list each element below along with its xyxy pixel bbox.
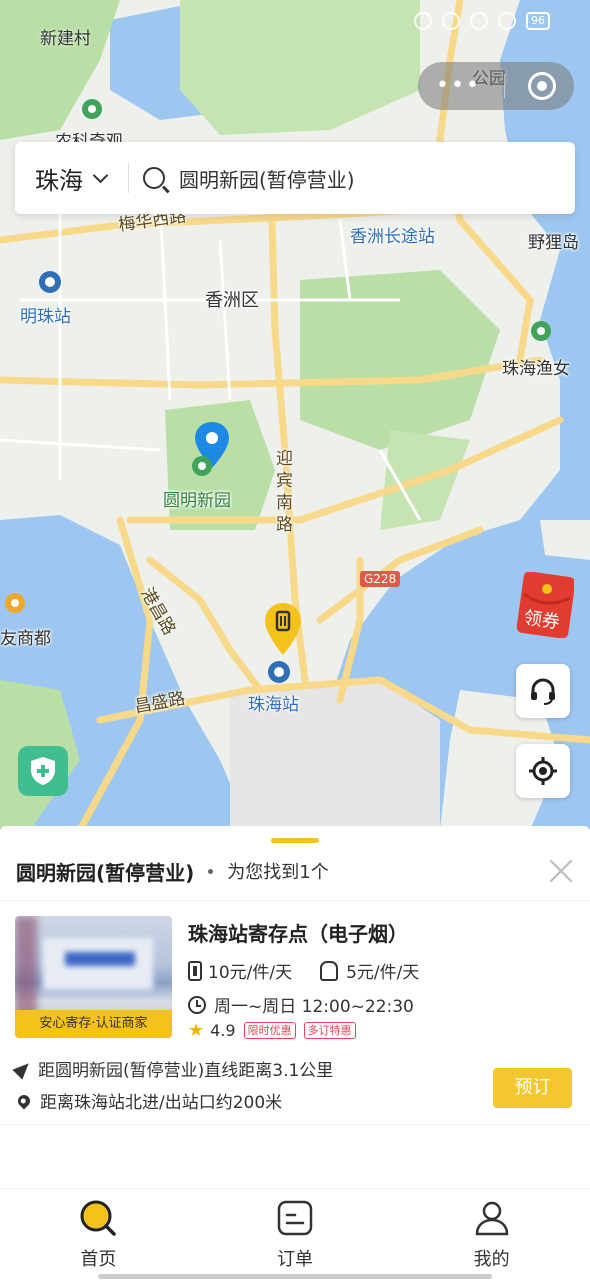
dot-separator xyxy=(208,868,214,874)
clock-icon xyxy=(188,995,206,1014)
price-row: 10元/件/天 5元/件/天 xyxy=(188,958,419,983)
map-label-youshangdu: 友商都 xyxy=(0,629,51,649)
city-name: 珠海 xyxy=(35,166,83,195)
metro-station-icon xyxy=(39,271,61,293)
store-card[interactable]: 安心寄存·认证商家 珠海站寄存点（电子烟） 10元/件/天 5元/件/天 周一~… xyxy=(0,902,590,1124)
locate-me-button[interactable] xyxy=(516,744,570,798)
tab-orders[interactable]: 订单 xyxy=(197,1189,394,1280)
distance-text: 距圆明新园(暂停营业)直线距离3.1公里 xyxy=(38,1061,334,1081)
signal-icon xyxy=(498,12,516,30)
luggage-icon xyxy=(188,960,202,981)
promo-badge-limited: 限时优惠 xyxy=(243,1022,296,1039)
park-poi-icon xyxy=(192,456,212,476)
luggage-price: 10元/件/天 xyxy=(208,963,293,983)
home-indicator xyxy=(98,1274,492,1279)
headset-icon xyxy=(531,678,555,705)
hours-row: 周一~周日 12:00~22:30 xyxy=(188,992,414,1017)
miniprogram-capsule[interactable]: ••• xyxy=(418,62,574,110)
crosshair-icon xyxy=(529,757,557,785)
user-icon xyxy=(475,1201,508,1236)
results-header: 圆明新园(暂停营业) 为您找到1个 xyxy=(16,856,574,886)
map-label-yuanming-park: 圆明新园 xyxy=(163,491,231,511)
star-icon: ★ xyxy=(188,1020,205,1041)
map-view[interactable]: 农科奇观 公园 梅华西路 香洲长途站 野狸岛 明珠站 香洲区 珠海渔女 圆明新园… xyxy=(0,0,590,830)
photo-detail xyxy=(65,952,135,966)
tab-bar: 首页 订单 我的 xyxy=(0,1188,590,1280)
wifi-icon xyxy=(470,12,488,30)
close-miniprogram-icon[interactable] xyxy=(528,72,556,100)
divider xyxy=(0,900,590,901)
scenic-poi-icon xyxy=(531,321,551,341)
bag-price: 5元/件/天 xyxy=(346,963,420,983)
tab-label: 我的 xyxy=(473,1249,510,1270)
storage-point-pin-icon[interactable] xyxy=(265,603,301,655)
results-sheet: 圆明新园(暂停营业) 为您找到1个 安心寄存·认证商家 珠海站寄存点（电子烟） … xyxy=(0,826,590,1188)
more-menu-icon[interactable]: ••• xyxy=(436,75,481,97)
tab-label: 首页 xyxy=(80,1249,117,1270)
park-poi-icon xyxy=(82,99,102,119)
navigation-arrow-icon xyxy=(12,1057,34,1080)
store-name: 珠海站寄存点（电子烟） xyxy=(188,922,408,946)
customer-service-button[interactable] xyxy=(516,664,570,718)
railway-station-icon xyxy=(268,661,290,683)
distance-row: 距圆明新园(暂停营业)直线距离3.1公里 xyxy=(12,1056,334,1081)
search-icon xyxy=(143,167,165,189)
chevron-down-icon xyxy=(92,167,109,183)
shield-plus-icon xyxy=(31,757,55,785)
divider xyxy=(0,1124,590,1125)
results-count: 为您找到1个 xyxy=(227,862,329,883)
location-pin-icon xyxy=(15,1092,33,1109)
order-icon xyxy=(277,1200,313,1236)
results-title: 圆明新园(暂停营业) xyxy=(16,860,195,885)
map-label-yingbin-road: 迎宾南路 xyxy=(276,449,293,535)
safety-shield-button[interactable] xyxy=(18,746,68,796)
map-label-g228: G228 xyxy=(360,571,401,587)
tab-label: 订单 xyxy=(277,1249,313,1270)
alarm-icon xyxy=(414,12,432,30)
book-button[interactable]: 预订 xyxy=(493,1068,572,1108)
store-photo: 安心寄存·认证商家 xyxy=(15,916,172,1038)
opening-hours: 周一~周日 12:00~22:30 xyxy=(214,997,414,1017)
promo-badge-multi: 多订特惠 xyxy=(303,1022,356,1039)
search-divider xyxy=(128,163,129,193)
coupon-button[interactable]: 领券 xyxy=(516,571,576,639)
tab-home[interactable]: 首页 xyxy=(0,1189,197,1280)
rating-value: 4.9 xyxy=(210,1021,236,1040)
capsule-divider xyxy=(503,74,505,98)
sheet-drag-handle[interactable] xyxy=(271,838,319,843)
tab-profile[interactable]: 我的 xyxy=(393,1189,590,1280)
map-label-yuren: 珠海渔女 xyxy=(502,359,570,379)
exit-text: 距离珠海站北进/出站口约200米 xyxy=(40,1093,283,1113)
search-bar: 珠海 圆明新园(暂停营业) xyxy=(15,142,575,214)
map-label-xiangzhou-district: 香洲区 xyxy=(205,290,259,311)
status-bar: 新建村 96 xyxy=(0,0,590,49)
rating-row: ★ 4.9 限时优惠 多订特惠 xyxy=(188,1020,356,1041)
close-icon[interactable] xyxy=(548,858,574,884)
exit-row: 距离珠海站北进/出站口约200米 xyxy=(15,1088,283,1113)
map-label-mingzhu-station: 明珠站 xyxy=(20,307,71,327)
certified-tag: 安心寄存·认证商家 xyxy=(15,1010,172,1038)
map-label-zhuhai-station: 珠海站 xyxy=(248,695,299,715)
status-icons: 96 xyxy=(414,12,550,30)
city-selector[interactable]: 珠海 xyxy=(15,142,109,214)
battery-icon: 96 xyxy=(526,12,550,30)
search-input[interactable]: 圆明新园(暂停营业) xyxy=(179,164,355,193)
shopping-poi-icon xyxy=(5,593,25,613)
status-location-label: 新建村 xyxy=(40,29,91,49)
search-icon xyxy=(80,1200,117,1236)
map-label-xiangzhou-changtu: 香洲长途站 xyxy=(350,227,435,247)
coupon-label: 领券 xyxy=(522,607,562,634)
map-label-yelidao: 野狸岛 xyxy=(528,233,579,253)
backpack-icon xyxy=(320,960,339,981)
location-icon xyxy=(442,12,460,30)
